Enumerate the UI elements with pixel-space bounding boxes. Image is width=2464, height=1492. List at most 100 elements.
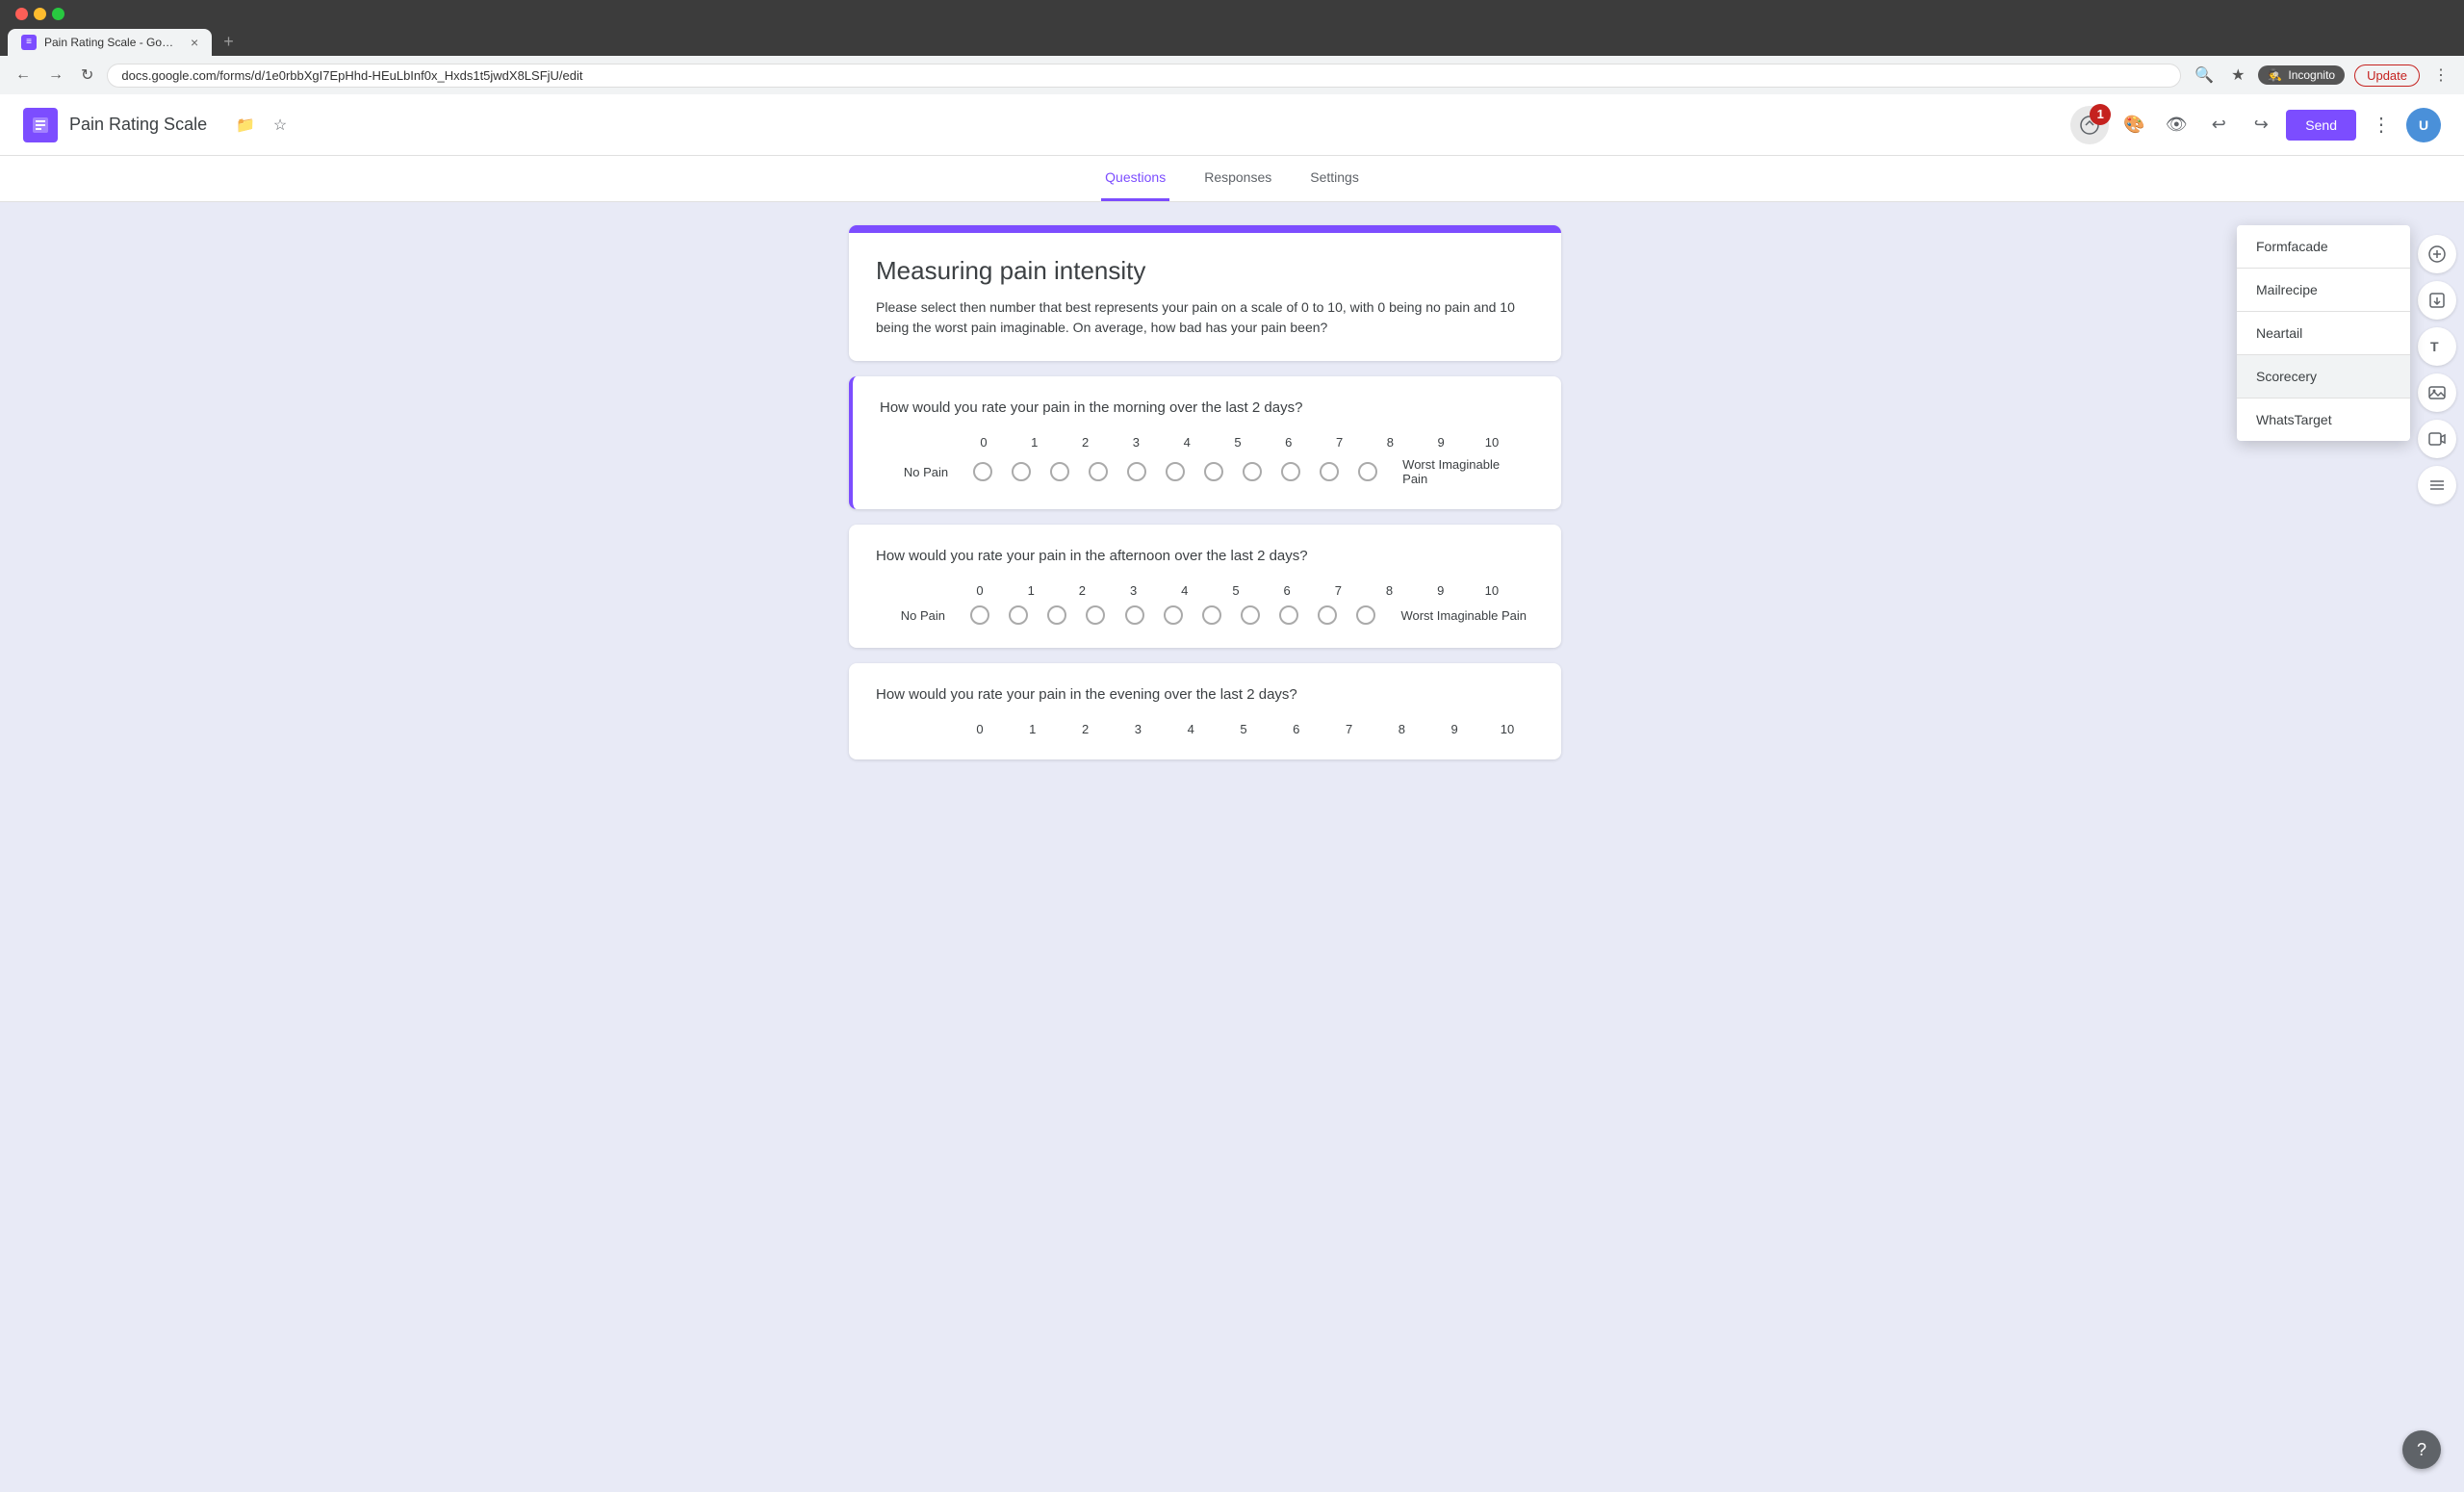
search-icon[interactable]: 🔍: [2191, 62, 2218, 89]
refresh-button[interactable]: ↻: [77, 62, 97, 89]
scale-numbers-inner-2: 0 1 2 3 4 5 6 7 8 9 10: [961, 583, 1511, 598]
browser-nav-icons: 🔍 ★ 🕵 Incognito Update ⋮: [2191, 62, 2452, 89]
radio-5-q1[interactable]: [1156, 462, 1194, 481]
maximize-traffic-light[interactable]: [52, 8, 64, 20]
add-video-icon[interactable]: [2418, 420, 2456, 458]
radio-9-q2[interactable]: [1308, 605, 1347, 625]
scale-radios-inner-1: [963, 462, 1387, 481]
bookmark-icon[interactable]: ★: [2227, 62, 2248, 89]
question-2-content: How would you rate your pain in the afte…: [849, 525, 1561, 648]
scale-radios-1: No Pain: [880, 457, 1534, 486]
radio-7-q1[interactable]: [1233, 462, 1271, 481]
scale-numbers-1: 0 1 2 3 4 5 6 7 8 9 10: [880, 435, 1534, 450]
question-3-content: How would you rate your pain in the even…: [849, 663, 1561, 759]
update-button[interactable]: Update: [2354, 64, 2420, 87]
radio-2-q1[interactable]: [1040, 462, 1079, 481]
app-logo: Pain Rating Scale 📁 ☆: [23, 108, 295, 142]
add-question-icon[interactable]: [2418, 235, 2456, 273]
star-icon[interactable]: ☆: [265, 110, 295, 141]
scale-numbers-3: 0 1 2 3 4 5 6 7 8 9 10: [876, 722, 1534, 736]
app-header: Pain Rating Scale 📁 ☆ 1 🎨 👁 ↩ ↪ Send ⋮ U: [0, 94, 2464, 156]
question-card-3: How would you rate your pain in the even…: [849, 663, 1561, 759]
tab-settings[interactable]: Settings: [1306, 156, 1363, 201]
preview-icon[interactable]: 👁: [2159, 108, 2194, 142]
scale-numbers-inner-3: 0 1 2 3 4 5 6 7 8 9 10: [961, 722, 1527, 736]
form-area: Measuring pain intensity Please select t…: [0, 225, 2410, 759]
browser-tab[interactable]: ≡ Pain Rating Scale - Google For... ×: [8, 29, 212, 56]
radio-4-q2[interactable]: [1116, 605, 1154, 625]
radio-7-q2[interactable]: [1231, 605, 1270, 625]
linear-scale-2: 0 1 2 3 4 5 6 7 8 9 10: [876, 583, 1534, 625]
folder-icon[interactable]: 📁: [230, 110, 261, 141]
radio-0-q2[interactable]: [961, 605, 999, 625]
addon-mailrecipe[interactable]: Mailrecipe: [2237, 269, 2410, 311]
radio-6-q1[interactable]: [1194, 462, 1233, 481]
radio-6-q2[interactable]: [1193, 605, 1231, 625]
minimize-traffic-light[interactable]: [34, 8, 46, 20]
app-title: Pain Rating Scale: [69, 115, 207, 135]
question-2-text: How would you rate your pain in the afte…: [876, 548, 1534, 564]
radio-3-q2[interactable]: [1076, 605, 1115, 625]
more-options-icon[interactable]: ⋮: [2364, 108, 2399, 142]
no-pain-label-1: No Pain: [887, 465, 963, 479]
radio-8-q1[interactable]: [1271, 462, 1310, 481]
forward-button[interactable]: →: [44, 63, 67, 88]
question-1-content: How would you rate your pain in the morn…: [853, 376, 1561, 509]
title-card-content: Measuring pain intensity Please select t…: [849, 233, 1561, 361]
radio-4-q1[interactable]: [1117, 462, 1156, 481]
addon-whatstarget[interactable]: WhatsTarget: [2237, 399, 2410, 441]
scale-numbers-inner-1: 0 1 2 3 4 5 6 7 8 9 10: [964, 435, 1511, 450]
incognito-icon: 🕵: [2268, 68, 2282, 82]
radio-1-q1[interactable]: [1002, 462, 1040, 481]
title-bar: [0, 0, 2464, 28]
tab-bar: ≡ Pain Rating Scale - Google For... × +: [0, 28, 2464, 56]
addon-neartail[interactable]: Neartail: [2237, 312, 2410, 354]
form-title: Measuring pain intensity: [876, 256, 1534, 286]
new-tab-button[interactable]: +: [216, 28, 242, 56]
browser-menu-icon[interactable]: ⋮: [2429, 62, 2452, 89]
radio-9-q1[interactable]: [1310, 462, 1348, 481]
radio-3-q1[interactable]: [1079, 462, 1117, 481]
scale-numbers-2: 0 1 2 3 4 5 6 7 8 9 10: [876, 583, 1534, 598]
radio-10-q2[interactable]: [1347, 605, 1385, 625]
radio-5-q2[interactable]: [1154, 605, 1193, 625]
redo-icon[interactable]: ↪: [2244, 108, 2278, 142]
question-3-text: How would you rate your pain in the even…: [876, 686, 1534, 703]
address-text: docs.google.com/forms/d/1e0rbbXgI7EpHhd-…: [121, 68, 2167, 83]
help-button[interactable]: ?: [2402, 1430, 2441, 1469]
send-button[interactable]: Send: [2286, 110, 2356, 141]
incognito-label: Incognito: [2288, 68, 2335, 82]
tab-close-icon[interactable]: ×: [191, 35, 198, 50]
radio-1-q2[interactable]: [999, 605, 1038, 625]
header-file-icons: 📁 ☆: [230, 110, 295, 141]
address-bar-row: ← → ↻ docs.google.com/forms/d/1e0rbbXgI7…: [0, 56, 2464, 94]
avatar[interactable]: U: [2406, 108, 2441, 142]
palette-icon[interactable]: 🎨: [2117, 108, 2151, 142]
back-button[interactable]: ←: [12, 63, 35, 88]
add-section-icon[interactable]: [2418, 466, 2456, 504]
tab-title: Pain Rating Scale - Google For...: [44, 36, 179, 49]
svg-text:T: T: [2430, 339, 2439, 354]
forms-logo-icon: [23, 108, 58, 142]
add-image-icon[interactable]: [2418, 373, 2456, 412]
no-pain-label-2: No Pain: [884, 608, 961, 623]
close-traffic-light[interactable]: [15, 8, 28, 20]
address-bar[interactable]: docs.google.com/forms/d/1e0rbbXgI7EpHhd-…: [107, 64, 2181, 88]
import-questions-icon[interactable]: [2418, 281, 2456, 320]
tabs-navigation: Questions Responses Settings: [0, 156, 2464, 202]
traffic-lights: [15, 8, 64, 20]
incognito-badge: 🕵 Incognito: [2258, 65, 2345, 85]
undo-icon[interactable]: ↩: [2201, 108, 2236, 142]
right-sidebar: Formfacade Mailrecipe Neartail Scorecery…: [2410, 225, 2464, 759]
question-card-2: How would you rate your pain in the afte…: [849, 525, 1561, 648]
radio-0-q1[interactable]: [963, 462, 1002, 481]
radio-8-q2[interactable]: [1270, 605, 1308, 625]
tab-responses[interactable]: Responses: [1200, 156, 1275, 201]
worst-pain-label-1: Worst Imaginable Pain: [1387, 457, 1527, 486]
add-title-icon[interactable]: T: [2418, 327, 2456, 366]
addon-formfacade[interactable]: Formfacade: [2237, 225, 2410, 268]
tab-questions[interactable]: Questions: [1101, 156, 1169, 201]
radio-2-q2[interactable]: [1038, 605, 1076, 625]
radio-10-q1[interactable]: [1348, 462, 1387, 481]
addon-scorecery[interactable]: Scorecery: [2237, 355, 2410, 398]
